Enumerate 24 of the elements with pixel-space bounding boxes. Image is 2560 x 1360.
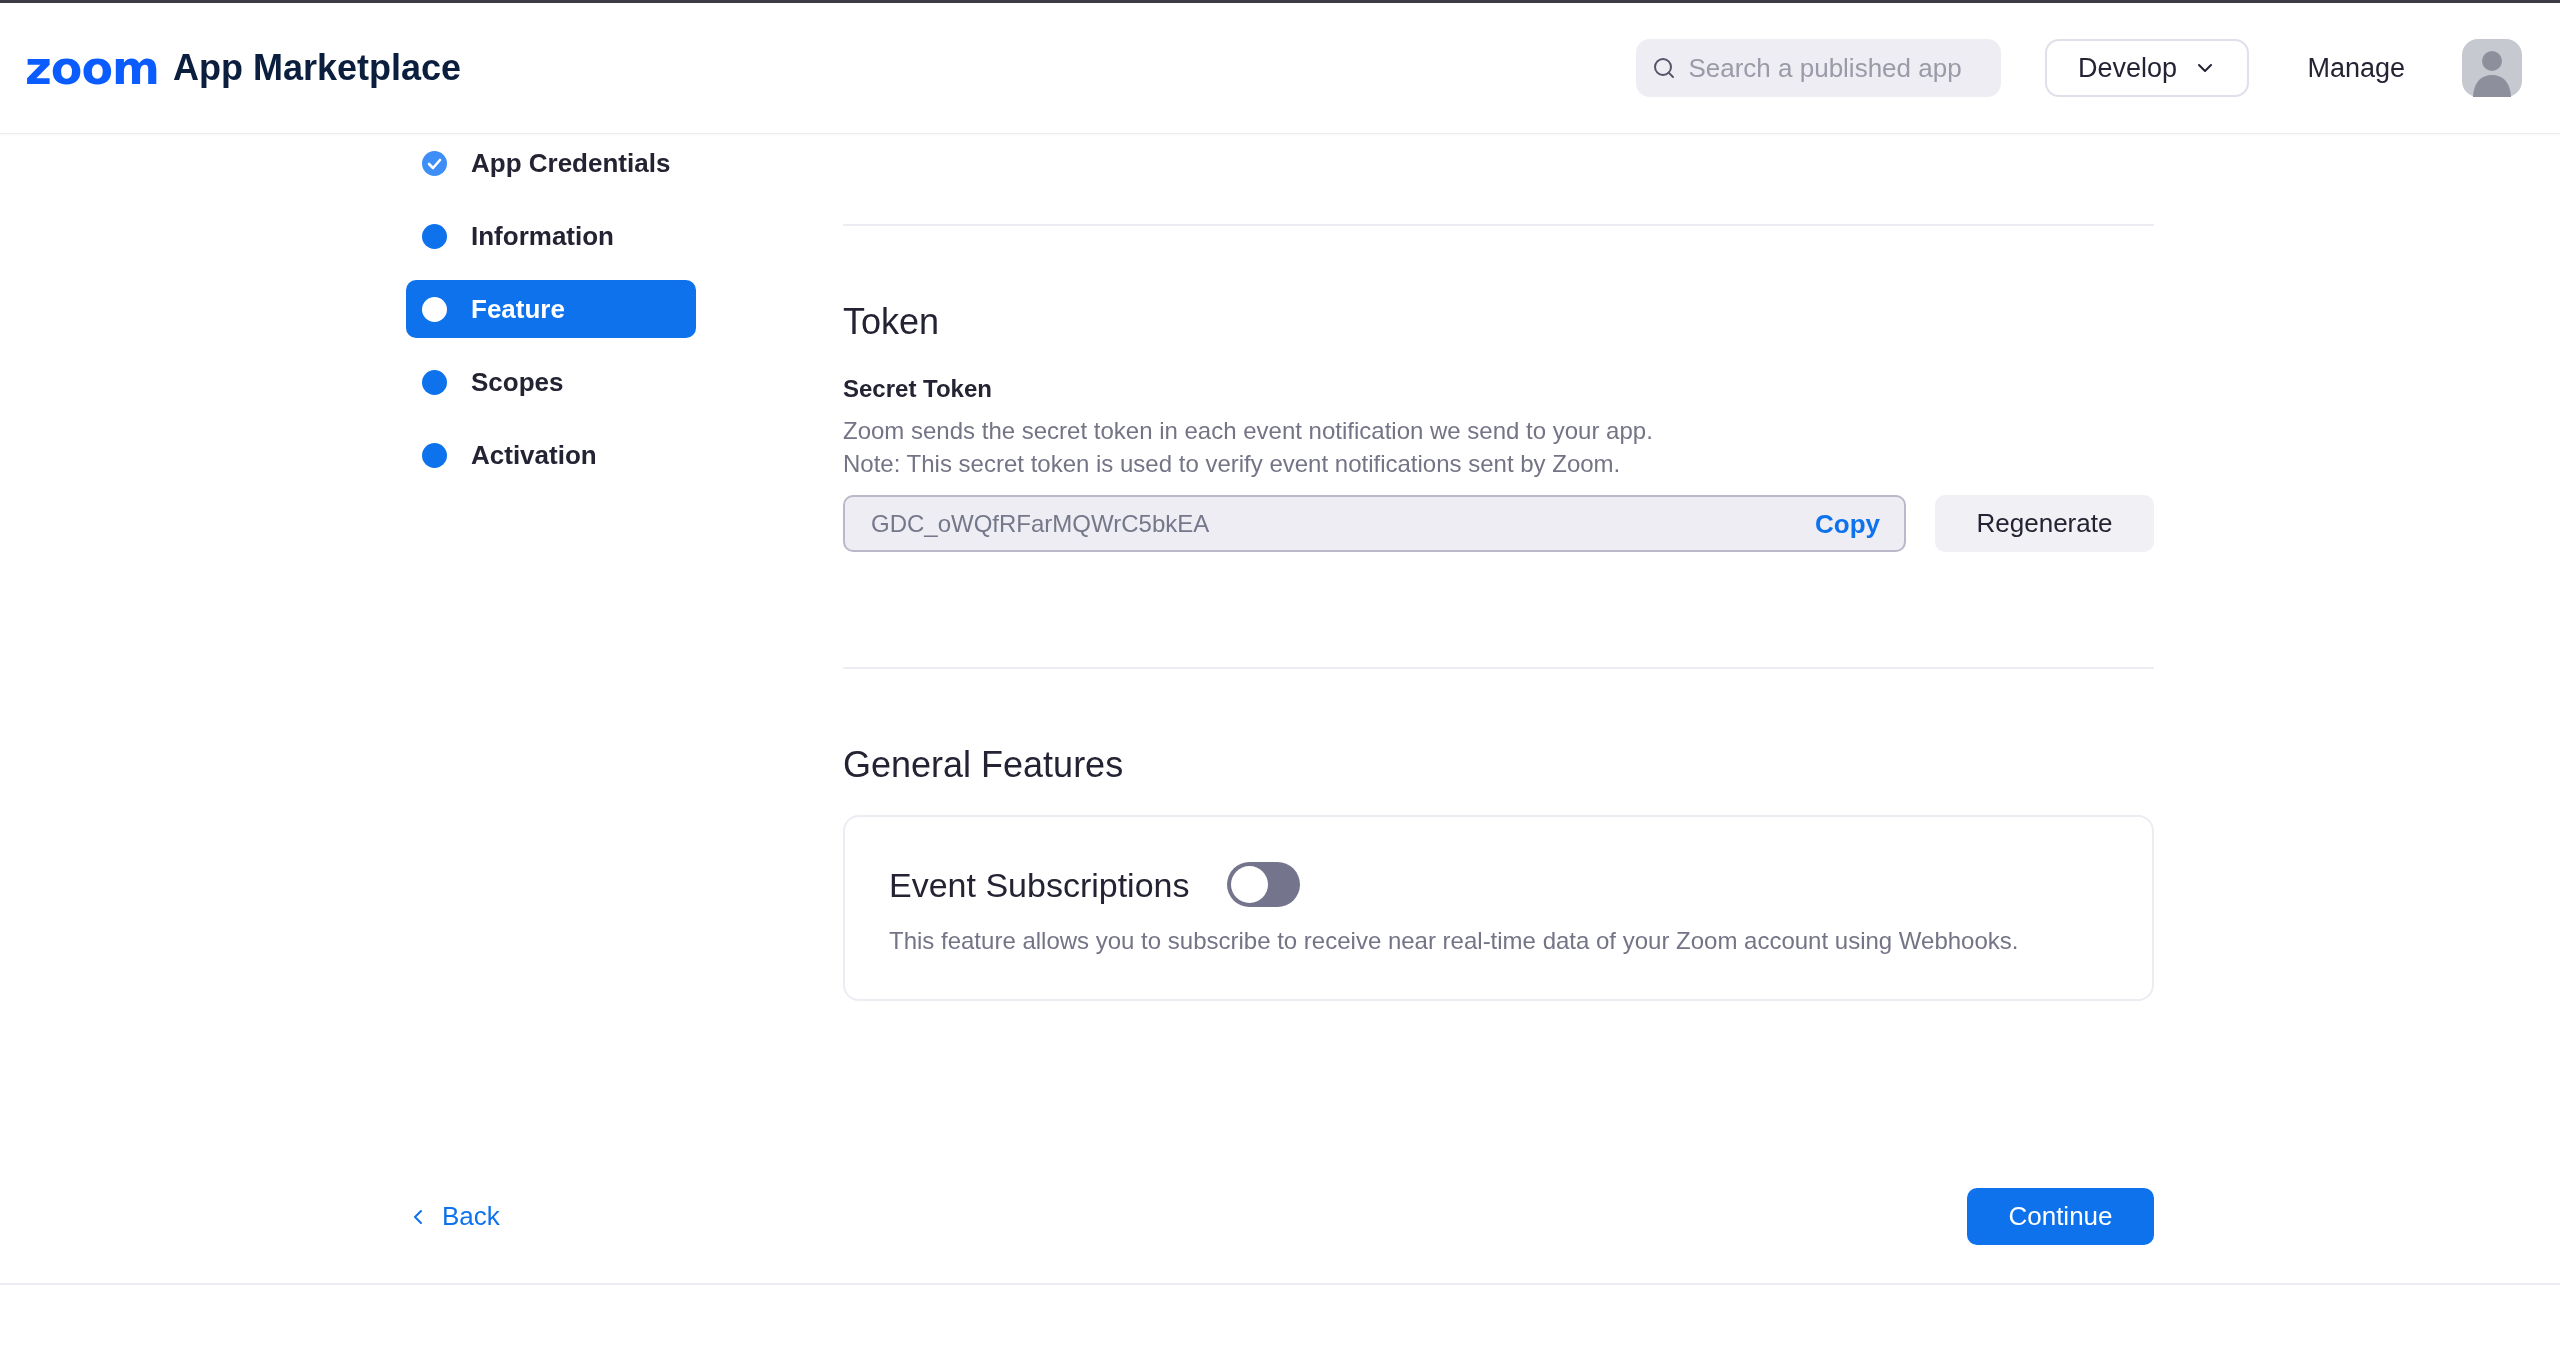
step-item[interactable]: App Credentials bbox=[406, 134, 696, 192]
step-item[interactable]: Scopes bbox=[406, 353, 696, 411]
regenerate-button[interactable]: Regenerate bbox=[1935, 495, 2154, 552]
back-link[interactable]: Back bbox=[406, 1200, 500, 1233]
section-heading: General Features bbox=[843, 743, 1125, 787]
toggle-switch[interactable] bbox=[1226, 862, 1300, 907]
search-field[interactable]: Search a published app bbox=[1636, 39, 2002, 97]
copy-button[interactable]: Copy bbox=[1815, 508, 1880, 539]
search-icon bbox=[1652, 56, 1677, 80]
step-item[interactable]: Activation bbox=[406, 426, 696, 484]
feature-title: Event Subscriptions bbox=[889, 864, 1190, 906]
section-heading: Token bbox=[843, 300, 941, 344]
feature-description: This feature allows you to subscribe to receive near real-time data of your Zoom account using Webhooks. bbox=[889, 926, 2020, 956]
field-label: Secret Token bbox=[843, 374, 993, 404]
nav-link[interactable]: Manage bbox=[2307, 51, 2405, 85]
site-title: App Marketplace bbox=[172, 46, 461, 90]
develop-dropdown[interactable]: Develop bbox=[2045, 39, 2250, 97]
help-text: Note: This secret token is used to verify event notifications sent by Zoom. bbox=[843, 449, 1622, 479]
avatar-placeholder[interactable] bbox=[2462, 39, 2522, 97]
step-item[interactable]: Information bbox=[406, 207, 696, 265]
step-item[interactable]: Feature bbox=[406, 280, 696, 338]
logo[interactable]: zoom bbox=[25, 45, 159, 91]
continue-button[interactable]: Continue bbox=[1967, 1188, 2154, 1245]
help-text: Zoom sends the secret token in each event notification we send to your app. bbox=[843, 416, 1654, 446]
